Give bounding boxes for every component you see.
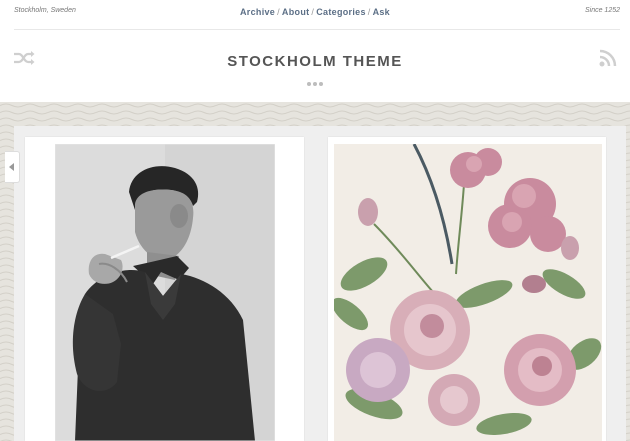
- chevron-left-icon: [9, 163, 14, 171]
- main-nav: Archive / About / Categories / Ask: [0, 7, 630, 17]
- nav-separator: /: [367, 7, 371, 17]
- botanical-image: [334, 144, 602, 441]
- site-title[interactable]: STOCKHOLM THEME: [0, 53, 630, 70]
- nav-link-categories[interactable]: Categories: [316, 7, 366, 17]
- nav-separator: /: [311, 7, 315, 17]
- header-divider: [14, 29, 620, 30]
- sidebar-toggle[interactable]: [5, 151, 20, 183]
- title-dots: [0, 80, 630, 86]
- nav-separator: /: [277, 7, 280, 17]
- nav-link-archive[interactable]: Archive: [240, 7, 275, 17]
- portrait-image: [55, 144, 275, 441]
- post-photo-botanical[interactable]: [334, 144, 602, 441]
- nav-link-ask[interactable]: Ask: [373, 7, 390, 17]
- post-photo-portrait[interactable]: [55, 144, 275, 441]
- since-text: Since 1252: [584, 7, 620, 14]
- site-header: Stockholm, Sweden Archive / About / Categori…: [0, 0, 630, 102]
- nav-link-about[interactable]: About: [282, 7, 310, 17]
- rss-icon[interactable]: [598, 48, 618, 68]
